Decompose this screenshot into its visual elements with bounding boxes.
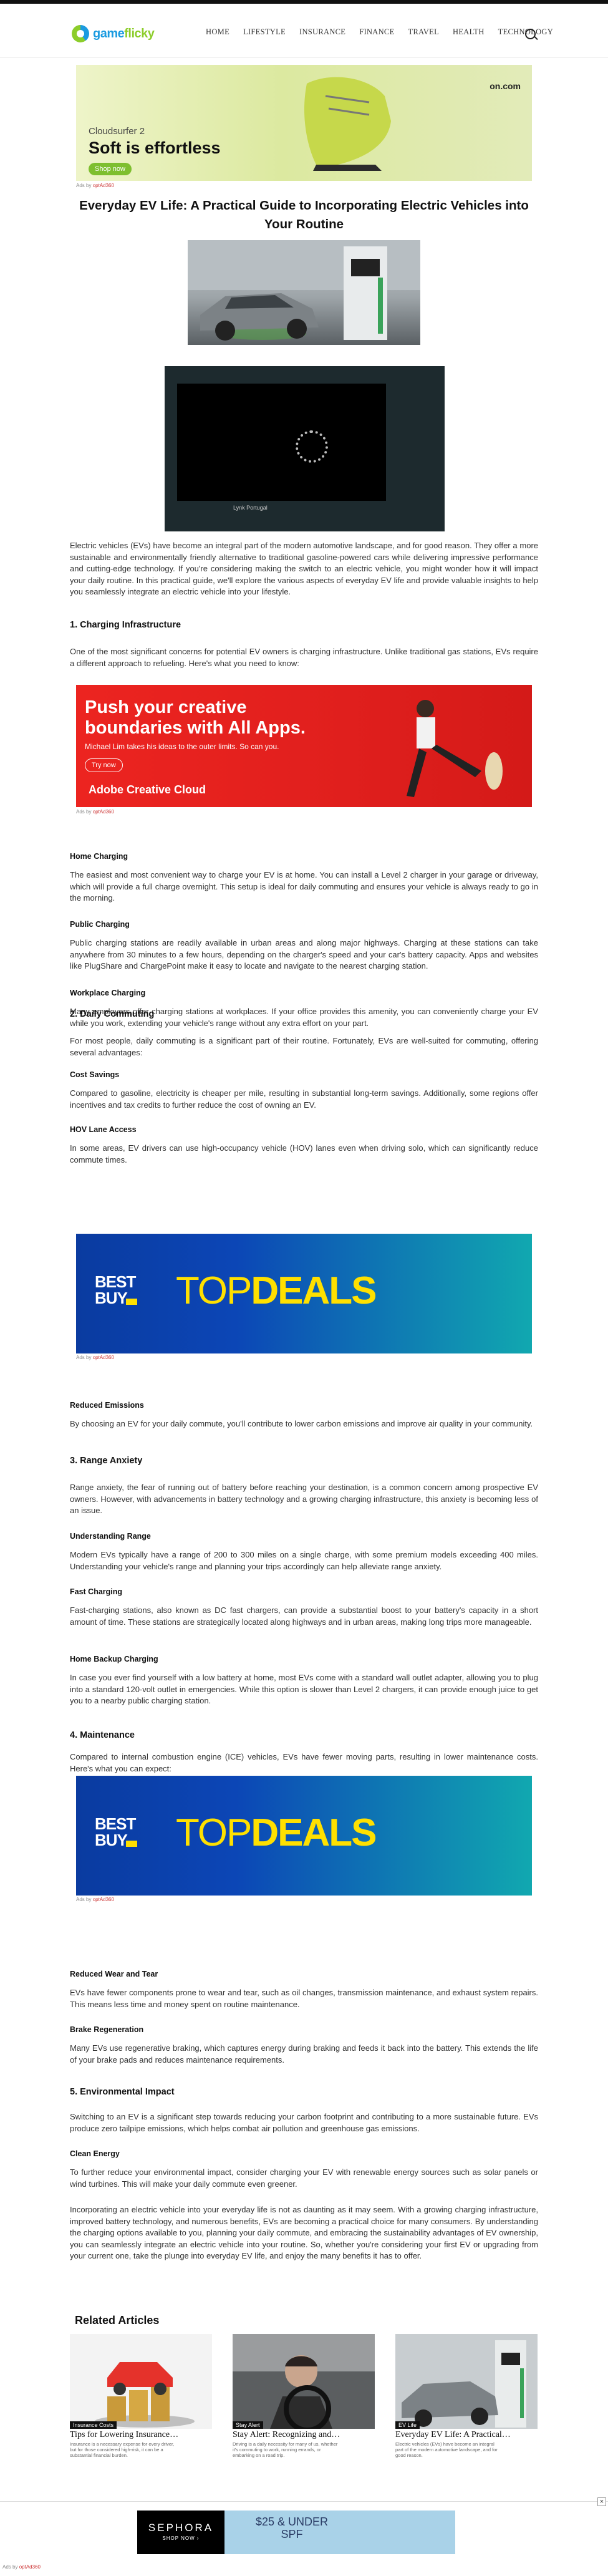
tag-icon (126, 1841, 137, 1847)
card-title[interactable]: Stay Alert: Recognizing and… (233, 2430, 375, 2440)
paragraph: Switching to an EV is a significant step… (70, 2112, 538, 2133)
close-icon[interactable]: × (597, 2497, 606, 2506)
paragraph: Public charging stations are readily ava… (70, 938, 538, 971)
paragraph: EVs have fewer components prone to wear … (70, 1988, 538, 2009)
ad-label: Ads by optAd360 (2, 2564, 41, 2570)
ad-label: Ads by optAd360 (76, 1897, 114, 1902)
card-thumbnail (70, 2334, 212, 2429)
ad-label: Ads by optAd360 (76, 1355, 114, 1360)
subsection-heading: Workplace Charging (70, 989, 146, 997)
paragraph: One of the most significant concerns for… (70, 647, 538, 668)
paragraph: Range anxiety, the fear of running out o… (70, 1483, 538, 1515)
card-excerpt: Driving is a daily necessity for many of… (233, 2441, 338, 2458)
card-title[interactable]: Tips for Lowering Insurance… (70, 2430, 212, 2440)
ad-subtitle: Cloudsurfer 2 (89, 126, 145, 137)
ad-brand: Adobe Creative Cloud (89, 783, 206, 796)
nav-lifestyle[interactable]: LIFESTYLE (243, 27, 286, 37)
paragraph: Compared to internal combustion engine (… (70, 1752, 538, 1773)
ad-banner-bestbuy[interactable]: BEST BUY. TOPDEALS (76, 1776, 532, 1896)
ad-banner-bestbuy[interactable]: BEST BUY. TOPDEALS (76, 1234, 532, 1353)
ad-headline: Push your creative boundaries with All A… (85, 697, 306, 738)
ad-person-image (407, 700, 503, 797)
paragraph: To further reduce your environmental imp… (70, 2167, 538, 2189)
section-heading: 1. Charging Infrastructure (70, 620, 181, 630)
video-screen (177, 384, 386, 501)
ad-label: Ads by optAd360 (76, 183, 114, 188)
card-title[interactable]: Everyday EV Life: A Practical… (395, 2430, 538, 2440)
subsection-heading: Fast Charging (70, 1587, 123, 1596)
tag-icon (126, 1299, 137, 1305)
ad-label: Ads by optAd360 (76, 809, 114, 815)
card-category[interactable]: EV Life (395, 2421, 420, 2429)
ad-headline: TOPDEALS (176, 1269, 377, 1312)
section-heading: 2. Daily Commuting (70, 1009, 155, 1019)
paragraph: In case you ever find yourself with a lo… (70, 1673, 538, 1705)
ad-headline: TOPDEALS (176, 1811, 377, 1854)
paragraph: Fast-charging stations, also known as DC… (70, 1605, 538, 1627)
nav-travel[interactable]: TRAVEL (408, 27, 440, 37)
paragraph: In some areas, EV drivers can use high-o… (70, 1143, 538, 1165)
subsection-heading: Reduced Emissions (70, 1401, 144, 1410)
ad-promo-text: $25 & UNDER SPF (256, 2515, 329, 2540)
nav-finance[interactable]: FINANCE (359, 27, 394, 37)
nav-insurance[interactable]: INSURANCE (299, 27, 345, 37)
card-category[interactable]: Stay Alert (233, 2421, 263, 2429)
subsection-heading: Clean Energy (70, 2149, 120, 2158)
paragraph: For most people, daily commuting is a si… (70, 1036, 538, 1057)
paragraph: Many EVs use regenerative braking, which… (70, 2043, 538, 2065)
site-logo[interactable]: gameflicky (72, 25, 155, 42)
nav-home[interactable]: HOME (206, 27, 229, 37)
nav-health[interactable]: HEALTH (453, 27, 485, 37)
article-title: Everyday EV Life: A Practical Guide to I… (79, 198, 529, 231)
paragraph: By choosing an EV for your daily commute… (70, 1419, 533, 1428)
paragraph: Compared to gasoline, electricity is che… (70, 1088, 538, 1110)
section-heading: 5. Environmental Impact (70, 2087, 175, 2097)
card-thumbnail (233, 2334, 375, 2429)
ad-headline: Soft is effortless (89, 138, 221, 157)
section-heading: 3. Range Anxiety (70, 1456, 143, 1466)
ad-banner-sephora[interactable]: SEPHORA SHOP NOW › $25 & UNDER SPF (137, 2511, 455, 2554)
site-header: gameflicky HOME LIFESTYLE INSURANCE FINA… (0, 4, 608, 58)
video-caption: Lynk Portugal (233, 505, 268, 511)
card-category[interactable]: Insurance Costs (70, 2421, 117, 2429)
logo-text: gameflicky (93, 26, 155, 41)
bestbuy-logo: BEST BUY. (95, 1274, 140, 1309)
sticky-ad-bar: SEPHORA SHOP NOW › $25 & UNDER SPF Ads by… (0, 2501, 608, 2576)
subsection-heading: Home Charging (70, 852, 128, 861)
ad-try-button[interactable]: Try now (85, 758, 123, 772)
shoe-image (304, 77, 391, 171)
ad-banner-adobe[interactable]: Push your creative boundaries with All A… (76, 685, 532, 807)
related-articles-heading: Related Articles (75, 2314, 160, 2327)
intro-paragraph: Electric vehicles (EVs) have become an i… (70, 541, 538, 596)
ad-banner-oncloud[interactable]: on.com Cloudsurfer 2 Soft is effortless … (76, 65, 532, 181)
search-icon[interactable] (525, 29, 536, 39)
ev-charging-illustration (188, 240, 420, 341)
subsection-heading: Home Backup Charging (70, 1655, 158, 1663)
main-nav: HOME LIFESTYLE INSURANCE FINANCE TRAVEL … (206, 27, 567, 37)
sephora-logo: SEPHORA SHOP NOW › (137, 2511, 224, 2554)
conclusion-paragraph: Incorporating an electric vehicle into y… (70, 2205, 538, 2260)
card-excerpt: Electric vehicles (EVs) have become an i… (395, 2441, 498, 2458)
ad-subtitle: Michael Lim takes his ideas to the outer… (85, 742, 279, 751)
ad-shop-button[interactable]: Shop now (89, 163, 132, 175)
logo-icon (72, 25, 89, 42)
subsection-heading: Public Charging (70, 920, 130, 929)
paragraph: Modern EVs typically have a range of 200… (70, 1550, 538, 1571)
bestbuy-logo: BEST BUY. (95, 1816, 140, 1851)
loading-spinner-icon (296, 430, 328, 463)
card-excerpt: Insurance is a necessary expense for eve… (70, 2441, 175, 2458)
ad-brand: on.com (490, 81, 521, 91)
subsection-heading: HOV Lane Access (70, 1125, 137, 1134)
hero-image (188, 240, 420, 345)
card-thumbnail (395, 2334, 538, 2429)
paragraph: The easiest and most convenient way to c… (70, 870, 538, 903)
subsection-heading: Understanding Range (70, 1532, 151, 1541)
subsection-heading: Brake Regeneration (70, 2025, 144, 2034)
video-player[interactable]: Lynk Portugal (165, 366, 445, 531)
section-heading: 4. Maintenance (70, 1730, 135, 1740)
subsection-heading: Reduced Wear and Tear (70, 1970, 158, 1978)
subsection-heading: Cost Savings (70, 1070, 120, 1079)
